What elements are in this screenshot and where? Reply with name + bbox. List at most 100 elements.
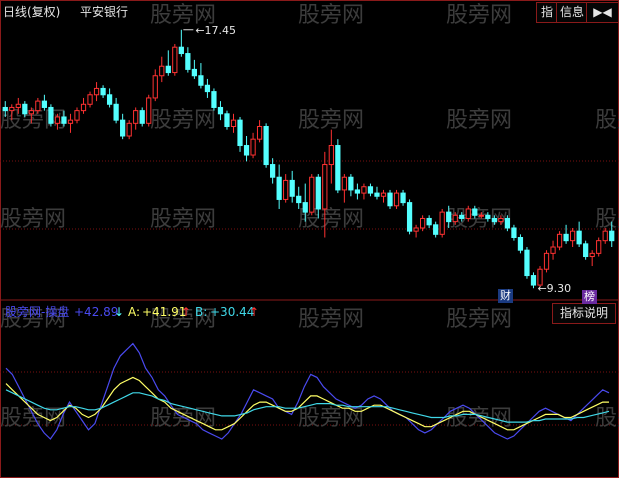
candle (185, 47, 191, 73)
candle-body (133, 110, 139, 124)
candle-body (511, 227, 517, 238)
candle (524, 247, 530, 279)
candle-body (387, 192, 393, 207)
candle (139, 107, 145, 127)
candle (80, 97, 87, 114)
candle (374, 186, 380, 200)
candle-body (211, 91, 217, 108)
candle-body (439, 211, 445, 235)
candle-body (543, 252, 550, 270)
candle (270, 158, 276, 184)
candle (413, 224, 419, 238)
candle-body (556, 233, 563, 248)
candle-body (296, 195, 302, 204)
candle-body (172, 46, 178, 74)
candle (348, 174, 354, 197)
candle-body (576, 230, 582, 245)
candle-body (335, 145, 341, 191)
candle-body (472, 208, 478, 216)
candle (100, 85, 106, 98)
candle (420, 215, 426, 232)
finance-badge[interactable]: 财 (498, 289, 513, 303)
candle (126, 120, 132, 140)
candle-body (74, 110, 80, 121)
candle-body (478, 214, 484, 217)
info-button[interactable]: 信息 (556, 2, 588, 23)
candle (146, 94, 152, 127)
candle-body (348, 176, 354, 191)
panel-toggle-button[interactable]: ▶◀ (586, 2, 619, 23)
candle-body (524, 249, 530, 277)
indicator-toggle-button[interactable]: 指 (536, 2, 558, 23)
candle-body (100, 87, 106, 96)
candle (550, 240, 556, 260)
rank-badge[interactable]: 榜 (582, 290, 597, 304)
watermark-text: 股旁网 (298, 108, 364, 133)
watermark-text: 股旁网 (595, 108, 619, 133)
candle (354, 183, 361, 200)
candle-body (198, 75, 204, 86)
candle (393, 189, 400, 209)
candle-body (491, 217, 497, 223)
candle (217, 101, 224, 121)
candle (152, 69, 158, 102)
candle-body (224, 113, 230, 127)
candle-body (217, 106, 224, 115)
candle-body (609, 230, 615, 242)
candle (589, 250, 595, 267)
candle-body (237, 119, 243, 147)
candle-body (159, 65, 165, 77)
candle-body (361, 186, 367, 194)
candle-body (250, 138, 256, 156)
candle-body (309, 176, 315, 213)
candle-body (270, 164, 276, 178)
candle-body (93, 87, 100, 96)
watermark-text: 股旁网 (298, 3, 364, 28)
max-price-label: ←17.45 (195, 24, 236, 37)
candle-body (106, 94, 113, 105)
candle-body (406, 202, 413, 232)
watermark-text: 股旁网 (298, 207, 364, 232)
arrow-up-icon: ↑ (249, 305, 259, 319)
candle-body (41, 100, 48, 108)
candle (113, 97, 119, 124)
candle (93, 82, 100, 102)
watermark-text: 股旁网 (446, 3, 512, 28)
candle-body (315, 176, 321, 210)
candle-body (302, 202, 308, 213)
candle-body (583, 243, 589, 258)
candle-body (152, 75, 158, 99)
candle (380, 189, 387, 203)
candle-body (589, 252, 595, 258)
candle-body (563, 233, 569, 242)
candle (230, 113, 237, 133)
price-annotations: ←17.45 ←9.30 (183, 24, 571, 295)
candle (276, 164, 282, 209)
candle (283, 174, 289, 203)
candle-body (354, 189, 361, 194)
candle (517, 234, 524, 254)
candle-body (185, 53, 191, 70)
indicator-explain-button[interactable]: 指标说明 (552, 303, 616, 324)
candle (563, 224, 569, 244)
candle (204, 78, 211, 98)
candle-body (61, 116, 67, 124)
stock-name: 平安银行 (80, 4, 128, 19)
candle-body (393, 192, 400, 207)
watermark-text: 股旁网 (298, 406, 364, 431)
candle (335, 139, 341, 194)
candle (439, 208, 445, 238)
candle-body (446, 211, 452, 223)
candlestick-series (2, 29, 615, 289)
candle-body (165, 65, 171, 74)
candle (296, 186, 302, 209)
candle-body (28, 110, 34, 115)
indicator-b-label: B: (195, 305, 207, 319)
watermark-text: 股旁网 (595, 207, 619, 232)
candle-body (459, 214, 465, 219)
candle-body (80, 103, 87, 112)
candle (211, 88, 217, 111)
candle (106, 88, 113, 108)
candle-body (22, 103, 28, 115)
candle (576, 221, 582, 248)
